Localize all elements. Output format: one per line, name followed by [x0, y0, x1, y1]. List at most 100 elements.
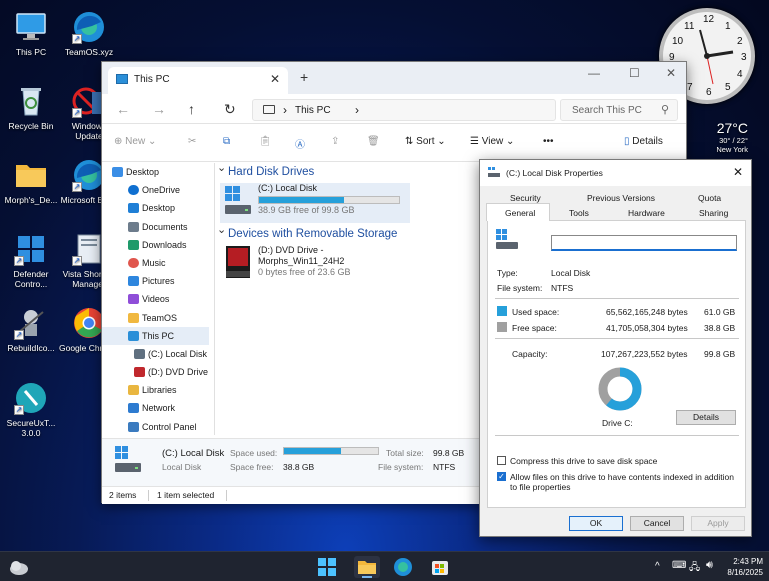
desktop-icon-teamos[interactable]: ↗ TeamOS.xyz: [58, 10, 120, 57]
drive-d[interactable]: (D:) DVD Drive - Morphs_Win11_24H2 0 byt…: [220, 245, 490, 285]
address-bar[interactable]: › This PC ›: [252, 99, 556, 121]
sidebar-item-control-panel[interactable]: Control Panel: [102, 418, 209, 436]
tab-tools[interactable]: Tools: [569, 208, 589, 218]
sidebar-item-music[interactable]: Music: [102, 254, 209, 272]
file-system-value: NTFS: [433, 462, 456, 472]
close-window-button[interactable]: ✕: [666, 66, 676, 80]
volume-icon[interactable]: 🔊︎: [706, 559, 713, 572]
breadcrumb-this-pc[interactable]: This PC: [295, 105, 331, 116]
sidebar-item-desktop-root[interactable]: Desktop: [102, 163, 209, 181]
details-pane-button[interactable]: ▯ Details: [624, 136, 663, 147]
taskbar-clock[interactable]: 2:43 PM 8/16/2025: [727, 556, 763, 578]
drive-label-input[interactable]: [551, 235, 737, 251]
sidebar-item-downloads[interactable]: Downloads: [102, 236, 209, 254]
drive-c[interactable]: (C:) Local Disk 38.9 GB free of 99.8 GB: [220, 183, 410, 223]
compress-checkbox[interactable]: [497, 456, 506, 465]
desktop-icon-secureux[interactable]: ↗ SecureUxT... 3.0.0: [0, 381, 62, 438]
pane-divider[interactable]: [214, 163, 215, 435]
more-options-button[interactable]: •••: [543, 136, 554, 147]
details-button[interactable]: Details: [676, 410, 736, 425]
dialog-close-button[interactable]: ✕: [733, 165, 743, 179]
capacity-gb: 99.8 GB: [704, 349, 736, 359]
type-value: Local Disk: [551, 268, 591, 278]
share-icon[interactable]: ⇪: [331, 136, 339, 147]
desktop-icon-defender-control[interactable]: ↗ Defender Contro...: [0, 232, 62, 289]
tab-this-pc[interactable]: This PC ✕: [108, 67, 288, 94]
divider: [495, 338, 739, 339]
taskbar-edge[interactable]: [392, 556, 414, 578]
desktop-icon-recycle-bin[interactable]: Recycle Bin: [0, 84, 62, 131]
sidebar-item-desktop[interactable]: Desktop: [102, 199, 209, 217]
new-tab-button[interactable]: +: [300, 69, 308, 85]
maximize-button[interactable]: ☐: [629, 66, 640, 80]
desktop-icon-this-pc[interactable]: This PC: [0, 10, 62, 57]
details-drive-name: (C:) Local Disk: [162, 448, 225, 459]
sidebar-item-c-drive[interactable]: (C:) Local Disk: [102, 345, 209, 363]
index-checkbox[interactable]: ✓: [497, 472, 506, 481]
shield-icon: ↗: [14, 232, 48, 266]
cancel-button[interactable]: Cancel: [630, 516, 684, 531]
close-tab-button[interactable]: ✕: [270, 72, 280, 86]
file-system-value: NTFS: [551, 283, 574, 293]
tab-general[interactable]: General: [486, 203, 550, 221]
minimize-button[interactable]: —: [588, 66, 600, 80]
tab-hardware[interactable]: Hardware: [628, 208, 665, 218]
keyboard-icon[interactable]: ⌨: [672, 560, 686, 571]
paste-icon[interactable]: 📋︎: [259, 136, 272, 147]
search-input[interactable]: Search This PC ⚲: [560, 99, 678, 121]
free-space-swatch: [497, 322, 507, 332]
drive-c-free: 38.9 GB free of 99.8 GB: [258, 205, 355, 215]
sidebar-item-documents[interactable]: Documents: [102, 218, 209, 236]
desktop-icon-label: RebuildIco...: [7, 343, 55, 353]
group-header-hard-disk[interactable]: Hard Disk Drives: [217, 159, 490, 183]
desktop-icon-rebuildicon[interactable]: ↗ RebuildIco...: [0, 306, 62, 353]
sidebar-item-onedrive[interactable]: OneDrive: [102, 181, 209, 199]
widgets-icon[interactable]: [8, 556, 30, 578]
new-button[interactable]: ⊕ New ⌄: [114, 136, 156, 147]
hard-drive-icon: [225, 186, 251, 214]
sidebar-item-this-pc[interactable]: This PC: [102, 326, 209, 345]
network-icon[interactable]: 🖧︎: [689, 560, 700, 577]
copy-icon[interactable]: ⧉: [223, 136, 230, 147]
sidebar-item-teamos[interactable]: TeamOS: [102, 309, 209, 327]
delete-icon[interactable]: 🗑︎: [367, 136, 380, 147]
drive-d-name-line2: Morphs_Win11_24H2: [258, 256, 345, 266]
group-header-removable[interactable]: Devices with Removable Storage: [217, 221, 490, 245]
rename-icon[interactable]: Ⓐ: [295, 136, 305, 151]
tab-security[interactable]: Security: [510, 193, 541, 203]
taskbar-store[interactable]: [429, 556, 451, 578]
new-label: New: [125, 136, 146, 147]
up-button[interactable]: ↑: [188, 101, 195, 117]
taskbar-file-explorer[interactable]: [354, 556, 380, 578]
used-space-label: Used space:: [512, 307, 560, 317]
weather-widget[interactable]: 27°C 30° / 22° New York: [696, 120, 748, 154]
back-button[interactable]: ←: [116, 101, 130, 117]
secureux-icon: ↗: [14, 381, 48, 415]
ok-button[interactable]: OK: [569, 516, 623, 531]
forward-button[interactable]: →: [152, 101, 166, 117]
refresh-button[interactable]: ↻: [224, 101, 236, 118]
monitor-icon: [128, 330, 139, 341]
start-button[interactable]: [316, 556, 338, 578]
sidebar-item-label: Videos: [142, 294, 170, 305]
details-label: Details: [632, 136, 663, 147]
sidebar-item-libraries[interactable]: Libraries: [102, 381, 209, 399]
chevron-right-icon[interactable]: ›: [355, 103, 359, 117]
sidebar-item-d-drive[interactable]: (D:) DVD Drive: [102, 363, 209, 381]
type-label: Type:: [497, 268, 518, 278]
cut-icon[interactable]: ✂: [188, 136, 196, 147]
sort-button[interactable]: ⇅ Sort ⌄: [405, 136, 446, 147]
sidebar-item-label: Pictures: [142, 276, 175, 287]
tab-quota[interactable]: Quota: [698, 193, 721, 203]
apply-button[interactable]: Apply: [691, 516, 745, 531]
sidebar-item-network[interactable]: Network: [102, 399, 209, 417]
desktop-icon-morphs-folder[interactable]: Morph's_De...: [0, 158, 62, 205]
search-placeholder: Search This PC: [572, 105, 642, 116]
view-button[interactable]: ☰ View ⌄: [470, 136, 514, 147]
tab-previous-versions[interactable]: Previous Versions: [587, 193, 655, 203]
sidebar-item-videos[interactable]: Videos: [102, 290, 209, 308]
tab-sharing[interactable]: Sharing: [699, 208, 728, 218]
tray-overflow-button[interactable]: ^: [655, 561, 660, 572]
sidebar-item-pictures[interactable]: Pictures: [102, 272, 209, 290]
monitor-icon: [116, 74, 128, 84]
